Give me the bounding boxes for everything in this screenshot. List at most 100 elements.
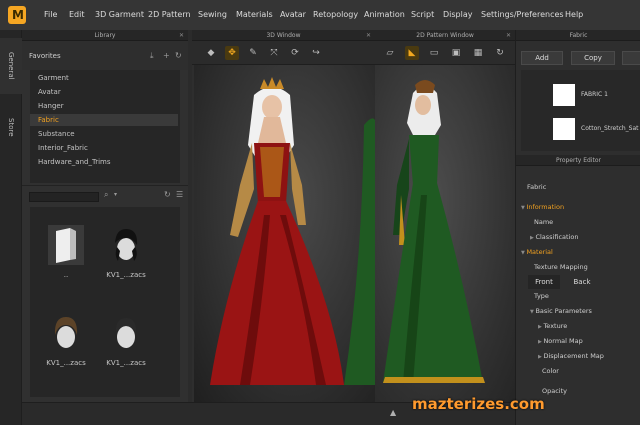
menu-avatar[interactable]: Avatar bbox=[280, 10, 306, 19]
menu-materials[interactable]: Materials bbox=[236, 10, 273, 19]
tree-item-hardware-and-trims[interactable]: Hardware_and_Trims bbox=[30, 156, 178, 168]
thumbnail-caption: KV1_...zacs bbox=[106, 271, 146, 279]
thumbnail-hair-3[interactable]: KV1_...zacs bbox=[102, 307, 150, 369]
menu-display[interactable]: Display bbox=[443, 10, 473, 19]
refresh-icon[interactable]: ↻ bbox=[164, 190, 171, 199]
library-thumbnail-grid: .. KV1_...zacs KV1_...zacs KV1_...zacs bbox=[30, 207, 180, 397]
image-icon[interactable]: ▦ bbox=[471, 46, 485, 60]
pattern-2d-viewport[interactable] bbox=[375, 65, 515, 402]
gizmo-icon[interactable]: ⟳ bbox=[288, 46, 302, 60]
list-view-icon[interactable]: ☰ bbox=[176, 190, 183, 199]
thumbnail-caption: .. bbox=[63, 271, 69, 279]
property-normal-map[interactable]: ▶ Normal Map bbox=[516, 335, 640, 348]
hair-icon bbox=[108, 225, 144, 265]
library-title: Library bbox=[94, 32, 116, 39]
tree-item-interior-fabric[interactable]: Interior_Fabric bbox=[30, 142, 178, 154]
window-3d-header: 3D Window ✕ bbox=[192, 30, 375, 41]
menu-bar: M File Edit 3D Garment 2D Pattern Sewing… bbox=[0, 0, 640, 30]
fabric-swatch-1[interactable] bbox=[553, 84, 575, 106]
close-icon[interactable]: ✕ bbox=[179, 30, 184, 41]
section-material[interactable]: ▼ Material bbox=[516, 246, 640, 259]
search-icon[interactable]: ⌕ bbox=[104, 190, 108, 200]
select-mesh-icon[interactable]: ◆ bbox=[204, 46, 218, 60]
tree-item-fabric[interactable]: Fabric bbox=[30, 114, 178, 126]
menu-settings-preferences[interactable]: Settings/Preferences bbox=[481, 10, 564, 19]
fabric-swatch-2[interactable] bbox=[553, 118, 575, 140]
app-logo[interactable]: M bbox=[8, 6, 26, 24]
expand-up-icon[interactable]: ▲ bbox=[390, 408, 396, 417]
select-icon[interactable]: ▱ bbox=[383, 46, 397, 60]
fabric-name-2[interactable]: Cotton_Stretch_Sat bbox=[581, 125, 639, 132]
folder-icon bbox=[48, 225, 84, 265]
back-tab[interactable]: Back bbox=[566, 275, 598, 289]
add-icon[interactable]: + bbox=[163, 51, 170, 60]
window-2d-header: 2D Pattern Window ✕ bbox=[375, 30, 515, 41]
fabric-name-1[interactable]: FABRIC 1 bbox=[581, 91, 608, 98]
copy-fabric-button[interactable]: Copy bbox=[571, 51, 615, 65]
front-tab[interactable]: Front bbox=[528, 275, 560, 289]
tab-store[interactable]: Store bbox=[0, 104, 22, 150]
logo-glyph: M bbox=[12, 8, 24, 22]
red-dress-avatar bbox=[210, 77, 375, 386]
fabric-list: FABRIC 1 Cotton_Stretch_Sat bbox=[521, 70, 640, 151]
property-color: Color bbox=[542, 367, 559, 375]
property-editor-header: Property Editor bbox=[516, 155, 640, 166]
menu-script[interactable]: Script bbox=[411, 10, 434, 19]
menu-2d-pattern[interactable]: 2D Pattern bbox=[148, 10, 191, 19]
thumbnail-caption: KV1_...zacs bbox=[46, 359, 86, 367]
polygon-icon[interactable]: ▣ bbox=[449, 46, 463, 60]
curve-icon[interactable]: ↻ bbox=[493, 46, 507, 60]
toolbar-3d: ◆ ✥ ✎ ⤧ ⟳ ↪ bbox=[192, 41, 375, 65]
property-classification[interactable]: ▶ Classification bbox=[516, 231, 640, 244]
side-tab-strip: General Store bbox=[0, 30, 22, 425]
menu-animation[interactable]: Animation bbox=[364, 10, 405, 19]
thumbnail-hair-2[interactable]: KV1_...zacs bbox=[42, 307, 90, 369]
section-information-label: Information bbox=[526, 203, 565, 211]
property-classification-label: Classification bbox=[535, 233, 579, 241]
close-icon[interactable]: ✕ bbox=[506, 30, 511, 41]
watermark: mazterizes.com bbox=[412, 395, 545, 413]
fold-icon[interactable]: ↪ bbox=[309, 46, 323, 60]
thumbnail-folder-up[interactable]: .. bbox=[42, 219, 90, 281]
section-basic-parameters[interactable]: ▼ Basic Parameters bbox=[516, 305, 640, 318]
library-search-bar: ⌕ ▾ ↻ ☰ bbox=[22, 185, 188, 207]
close-icon[interactable]: ✕ bbox=[366, 30, 371, 41]
property-texture[interactable]: ▶ Texture bbox=[516, 320, 640, 333]
menu-help[interactable]: Help bbox=[565, 10, 583, 19]
add-fabric-button[interactable]: Add bbox=[521, 51, 563, 65]
tab-general-label: General bbox=[7, 52, 15, 80]
basic-parameters-label: Basic Parameters bbox=[535, 307, 592, 315]
tab-store-label: Store bbox=[7, 117, 15, 137]
menu-file[interactable]: File bbox=[44, 10, 57, 19]
tack-icon[interactable]: ⤧ bbox=[267, 46, 281, 60]
menu-3d-garment[interactable]: 3D Garment bbox=[95, 10, 144, 19]
delete-fabric-button[interactable] bbox=[622, 51, 640, 65]
menu-sewing[interactable]: Sewing bbox=[198, 10, 227, 19]
menu-edit[interactable]: Edit bbox=[69, 10, 85, 19]
tab-general[interactable]: General bbox=[0, 38, 22, 94]
property-texture-mapping: Texture Mapping bbox=[534, 263, 588, 271]
rectangle-icon[interactable]: ▭ bbox=[427, 46, 441, 60]
fabric-header: Fabric bbox=[516, 30, 640, 41]
tree-item-avatar[interactable]: Avatar bbox=[30, 86, 178, 98]
green-dress-avatar bbox=[383, 80, 485, 383]
download-icon[interactable]: ⤓ bbox=[150, 51, 154, 61]
property-fabric: Fabric bbox=[527, 183, 547, 191]
tree-item-substance[interactable]: Substance bbox=[30, 128, 178, 140]
tree-item-garment[interactable]: Garment bbox=[30, 72, 178, 84]
edit-pattern-icon[interactable]: ◣ bbox=[405, 46, 419, 60]
thumbnail-hair-1[interactable]: KV1_...zacs bbox=[102, 219, 150, 281]
fabric-panel-title: Fabric bbox=[569, 32, 588, 39]
avatar-3d-viewport[interactable] bbox=[194, 65, 375, 402]
hair-icon bbox=[48, 313, 84, 353]
refresh-icon[interactable]: ↻ bbox=[175, 51, 182, 60]
menu-retopology[interactable]: Retopology bbox=[313, 10, 358, 19]
toolbar-2d: ▱ ◣ ▭ ▣ ▦ ↻ bbox=[375, 41, 515, 65]
chevron-down-icon[interactable]: ▾ bbox=[114, 191, 117, 198]
pin-icon[interactable]: ✎ bbox=[246, 46, 260, 60]
transform-icon[interactable]: ✥ bbox=[225, 46, 239, 60]
tree-item-hanger[interactable]: Hanger bbox=[30, 100, 178, 112]
section-information[interactable]: ▼ Information bbox=[516, 201, 640, 214]
search-input[interactable] bbox=[29, 192, 99, 202]
property-displacement-map[interactable]: ▶ Displacement Map bbox=[516, 350, 640, 363]
